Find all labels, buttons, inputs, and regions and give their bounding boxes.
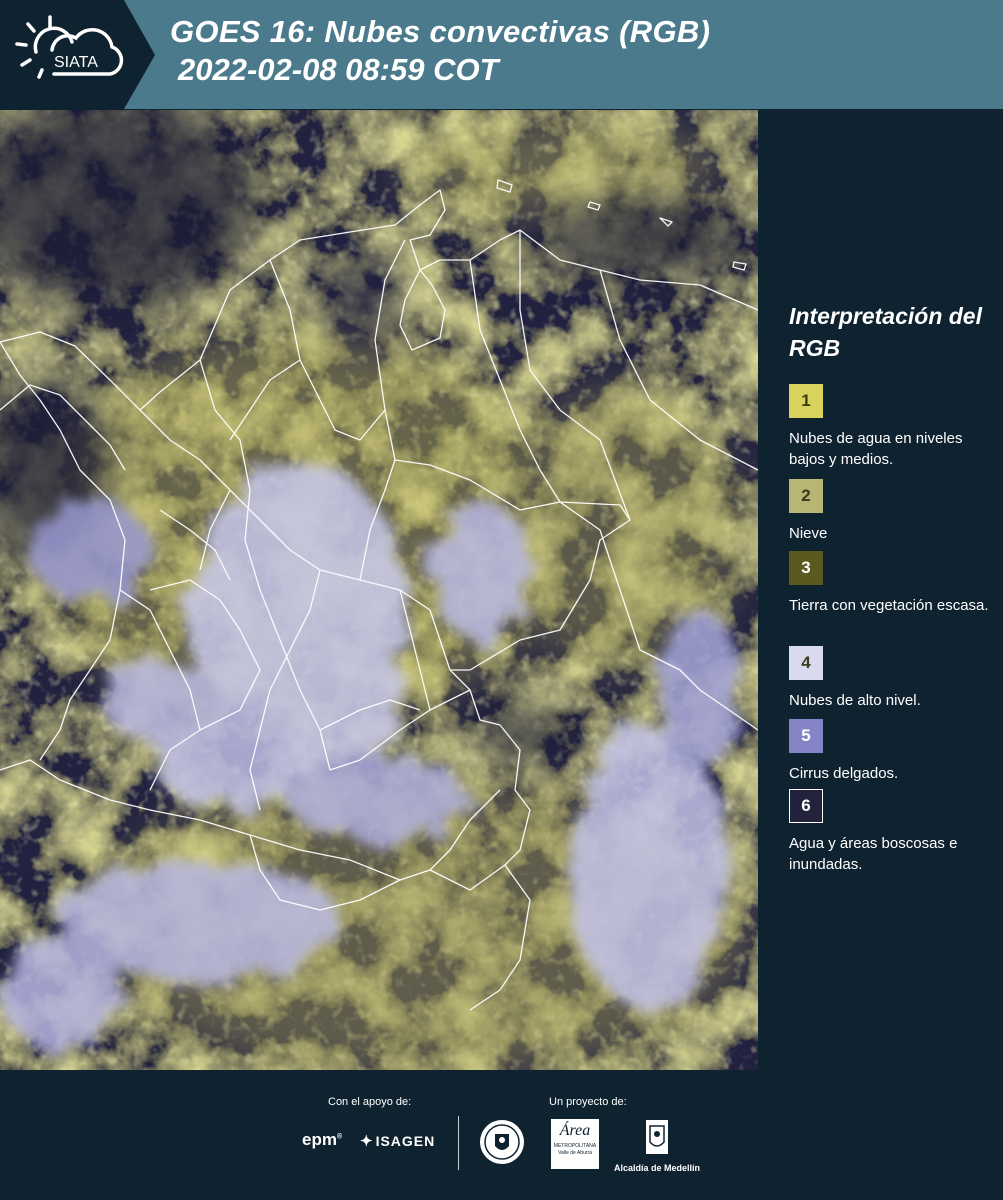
legend-label: Nubes de agua en niveles bajos y medios. [789, 430, 963, 468]
page-title: GOES 16: Nubes convectivas (RGB) [170, 14, 711, 49]
siata-logo[interactable]: SIATA [0, 0, 155, 109]
sun-cloud-icon: SIATA [15, 15, 124, 79]
isagen-star-icon: ✦ [360, 1133, 374, 1150]
header-banner: SIATA GOES 16: Nubes convectivas (RGB) 2… [0, 0, 1003, 109]
project-caption: Un proyecto de: [549, 1096, 627, 1108]
medellin-seal-logo[interactable] [478, 1118, 526, 1171]
timestamp: 2022-02-08 08:59 COT [178, 52, 499, 87]
legend-item: 2 Nieve [789, 479, 999, 544]
coat-of-arms-icon [646, 1120, 668, 1154]
legend-swatch: 3 [789, 551, 823, 585]
legend-item: 6 Agua y áreas boscosas e inundadas. [789, 789, 999, 875]
legend-swatch: 5 [789, 719, 823, 753]
legend-panel: Interpretación del RGB 1 Nubes de agua en… [760, 110, 1003, 1070]
satellite-map[interactable] [0, 110, 758, 1070]
footer-divider [458, 1116, 459, 1170]
area-metropolitana-logo[interactable]: Área METROPOLITANA Valle de Aburrá [551, 1119, 599, 1169]
legend-swatch: 4 [789, 646, 823, 680]
support-caption: Con el apoyo de: [328, 1096, 412, 1108]
isagen-logo[interactable]: ✦ ISAGEN [360, 1132, 435, 1150]
legend-label: Nieve [789, 525, 828, 542]
legend-item: 4 Nubes de alto nivel. [789, 646, 999, 711]
legend-label: Cirrus delgados. [789, 765, 899, 782]
legend-item: 5 Cirrus delgados. [789, 719, 999, 784]
legend-item: 1 Nubes de agua en niveles bajos y medios… [789, 384, 999, 470]
legend-label: Tierra con vegetación escasa. [789, 597, 989, 614]
legend-swatch: 1 [789, 384, 823, 418]
svg-text:SIATA: SIATA [54, 54, 98, 71]
legend-label: Agua y áreas boscosas e inundadas. [789, 835, 958, 873]
seal-icon [480, 1120, 524, 1164]
legend-swatch: 6 [789, 789, 823, 823]
alcaldia-medellin-logo[interactable]: Alcaldía de Medellín [612, 1118, 702, 1173]
epm-logo[interactable]: epm® [302, 1130, 342, 1150]
legend-label: Nubes de alto nivel. [789, 692, 921, 709]
legend-item: 3 Tierra con vegetación escasa. [789, 551, 999, 616]
legend-swatch: 2 [789, 479, 823, 513]
footer: Con el apoyo de: Un proyecto de: epm® ✦ I… [0, 1070, 1003, 1200]
legend-title: Interpretación del RGB [789, 303, 982, 361]
rgb-satellite-image [0, 110, 758, 1070]
